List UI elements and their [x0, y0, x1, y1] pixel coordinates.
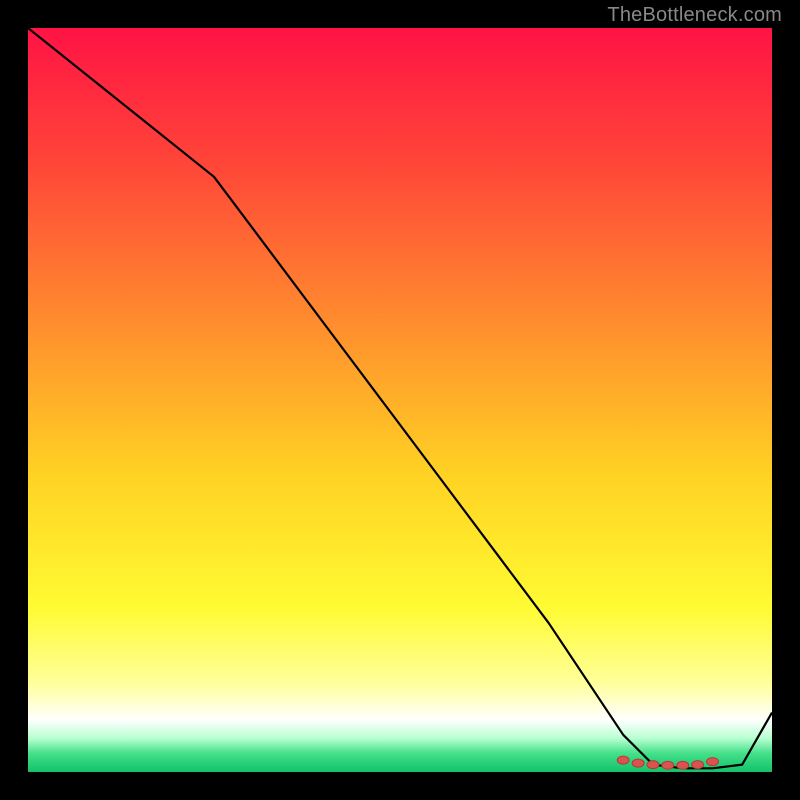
- sweet-spot-marker: [662, 761, 674, 769]
- chart-frame: [28, 28, 772, 772]
- plot-area: [28, 28, 772, 772]
- sweet-spot-marker: [647, 761, 659, 769]
- sweet-spot-marker: [677, 761, 689, 769]
- attribution-text: TheBottleneck.com: [607, 4, 782, 27]
- sweet-spot-marker: [632, 759, 644, 767]
- gradient-background: [28, 28, 772, 772]
- sweet-spot-marker: [617, 756, 629, 764]
- chart-svg: [28, 28, 772, 772]
- sweet-spot-marker: [692, 761, 704, 769]
- sweet-spot-marker: [707, 758, 719, 766]
